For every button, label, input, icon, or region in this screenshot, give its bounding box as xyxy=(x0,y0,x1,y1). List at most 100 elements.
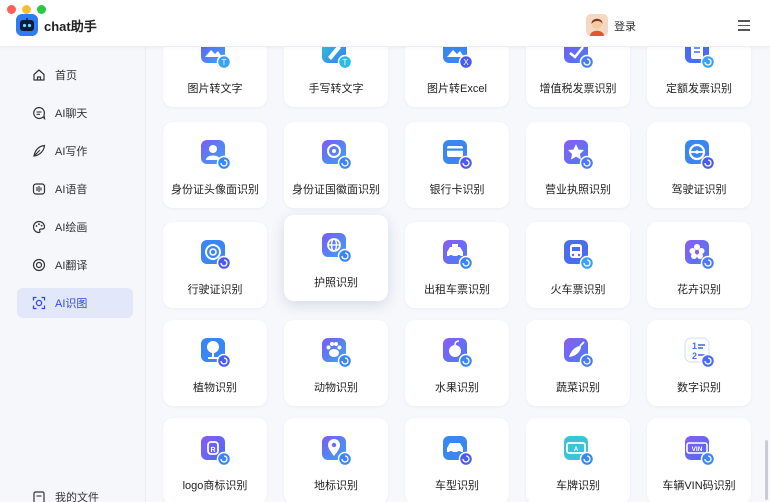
title-bar: chat助手 登录 xyxy=(0,0,770,47)
logo-icon: R xyxy=(199,434,232,467)
paw-icon xyxy=(320,336,353,369)
excel-icon: X xyxy=(441,46,474,70)
card-label: 增值税发票识别 xyxy=(539,83,617,95)
business-license-icon xyxy=(562,138,595,171)
card-image-to-text[interactable]: T 图片转文字 xyxy=(163,46,267,107)
vegetable-icon xyxy=(562,336,595,369)
minimize-window-button[interactable] xyxy=(22,5,31,14)
menu-icon[interactable] xyxy=(738,20,750,34)
plate-icon: A xyxy=(562,434,595,467)
card-label: 车型识别 xyxy=(435,480,479,492)
voice-icon xyxy=(31,181,47,197)
app-title: chat助手 xyxy=(44,19,97,34)
card-license-plate[interactable]: A 车牌识别 xyxy=(526,418,630,502)
card-label: 行驶证识别 xyxy=(187,284,243,296)
card-label: 图片转文字 xyxy=(187,83,243,95)
handwriting-icon: T xyxy=(320,46,353,70)
card-vehicle-license[interactable]: 行驶证识别 xyxy=(163,222,267,308)
card-label: 图片转Excel xyxy=(427,83,487,95)
sidebar-item-label: AI识图 xyxy=(55,298,88,310)
sidebar: 首页 AI聊天 AI写作 AI语音 AI绘画 AI翻译 AI识图 我的文件 xyxy=(0,46,146,502)
card-bank-card[interactable]: 银行卡识别 xyxy=(405,122,509,208)
card-vat-invoice[interactable]: 增值税发票识别 xyxy=(526,46,630,107)
vertical-scrollbar[interactable] xyxy=(765,440,768,500)
card-label: 驾驶证识别 xyxy=(671,184,727,196)
card-id-card-front[interactable]: 身份证头像面识别 xyxy=(163,122,267,208)
svg-text:X: X xyxy=(463,58,469,67)
card-label: 出租车票识别 xyxy=(424,284,490,296)
card-taxi-ticket[interactable]: 出租车票识别 xyxy=(405,222,509,308)
card-label: 动物识别 xyxy=(314,382,358,394)
card-image-to-excel[interactable]: X 图片转Excel xyxy=(405,46,509,107)
sidebar-item-home[interactable]: 首页 xyxy=(17,60,133,90)
svg-text:A: A xyxy=(574,447,579,453)
card-plant[interactable]: 植物识别 xyxy=(163,320,267,406)
sidebar-item-ai-painting[interactable]: AI绘画 xyxy=(17,212,133,242)
card-car-model[interactable]: 车型识别 xyxy=(405,418,509,502)
card-driver-license[interactable]: 驾驶证识别 xyxy=(647,122,751,208)
maximize-window-button[interactable] xyxy=(37,5,46,14)
login-link[interactable]: 登录 xyxy=(614,18,636,34)
fruit-icon xyxy=(441,336,474,369)
sidebar-item-label: 我的文件 xyxy=(55,492,99,502)
card-label: 植物识别 xyxy=(193,382,237,394)
card-business-license[interactable]: 营业执照识别 xyxy=(526,122,630,208)
svg-text:T: T xyxy=(343,58,348,67)
sidebar-item-my-files[interactable]: 我的文件 xyxy=(17,482,133,502)
card-train-ticket[interactable]: 火车票识别 xyxy=(526,222,630,308)
chat-icon xyxy=(31,105,47,121)
app-window: chat助手 登录 首页 AI聊天 AI写作 AI语音 AI绘画 AI翻译 AI… xyxy=(0,0,770,502)
card-id-card-back[interactable]: 身份证国徽面识别 xyxy=(284,122,388,208)
card-label: 地标识别 xyxy=(314,480,358,492)
translate-icon xyxy=(31,257,47,273)
card-landmark[interactable]: 地标识别 xyxy=(284,418,388,502)
card-label: 定额发票识别 xyxy=(666,83,732,95)
train-icon xyxy=(562,238,595,271)
driver-license-icon xyxy=(683,138,716,171)
taxi-icon xyxy=(441,238,474,271)
card-label: 手写转文字 xyxy=(308,83,364,95)
plant-icon xyxy=(199,336,232,369)
robot-logo-icon xyxy=(16,14,38,36)
card-logo[interactable]: R logo商标识别 xyxy=(163,418,267,502)
file-icon xyxy=(31,489,47,502)
card-vegetable[interactable]: 蔬菜识别 xyxy=(526,320,630,406)
sidebar-item-ai-voice[interactable]: AI语音 xyxy=(17,174,133,204)
vat-invoice-icon xyxy=(562,46,595,70)
svg-text:2: 2 xyxy=(692,351,697,361)
recognition-grid: T 图片转文字 T 手写转文字 X 图片转Excel 增值税发票识别 定额发票识… xyxy=(146,46,770,502)
card-label: 银行卡识别 xyxy=(429,184,485,196)
passport-icon xyxy=(320,231,353,264)
bank-card-icon xyxy=(441,138,474,171)
sidebar-item-ai-translate[interactable]: AI翻译 xyxy=(17,250,133,280)
palette-icon xyxy=(31,219,47,235)
card-label: 花卉识别 xyxy=(677,284,721,296)
card-quota-invoice[interactable]: 定额发票识别 xyxy=(647,46,751,107)
image-to-text-icon: T xyxy=(199,46,232,70)
svg-text:1: 1 xyxy=(692,341,697,351)
card-handwriting-to-text[interactable]: T 手写转文字 xyxy=(284,46,388,107)
close-window-button[interactable] xyxy=(7,5,16,14)
car-icon xyxy=(441,434,474,467)
id-card-front-icon xyxy=(199,138,232,171)
sidebar-item-ai-chat[interactable]: AI聊天 xyxy=(17,98,133,128)
number-icon: 12 xyxy=(683,336,716,369)
avatar[interactable] xyxy=(586,14,608,36)
card-label: 车辆VIN码识别 xyxy=(662,480,736,492)
card-label: 火车票识别 xyxy=(550,284,606,296)
vehicle-license-icon xyxy=(199,238,232,271)
feather-icon xyxy=(31,143,47,159)
sidebar-item-ai-writing[interactable]: AI写作 xyxy=(17,136,133,166)
scan-icon xyxy=(31,295,47,311)
sidebar-item-label: AI聊天 xyxy=(55,108,88,120)
sidebar-item-label: 首页 xyxy=(55,70,77,82)
svg-text:VIN: VIN xyxy=(692,446,703,453)
id-card-back-icon xyxy=(320,138,353,171)
card-animal[interactable]: 动物识别 xyxy=(284,320,388,406)
sidebar-item-ai-image-recognition[interactable]: AI识图 xyxy=(17,288,133,318)
card-fruit[interactable]: 水果识别 xyxy=(405,320,509,406)
card-number[interactable]: 12 数字识别 xyxy=(647,320,751,406)
card-passport[interactable]: 护照识别 xyxy=(284,215,388,301)
card-vehicle-vin[interactable]: VIN 车辆VIN码识别 xyxy=(647,418,751,502)
card-flower[interactable]: 花卉识别 xyxy=(647,222,751,308)
